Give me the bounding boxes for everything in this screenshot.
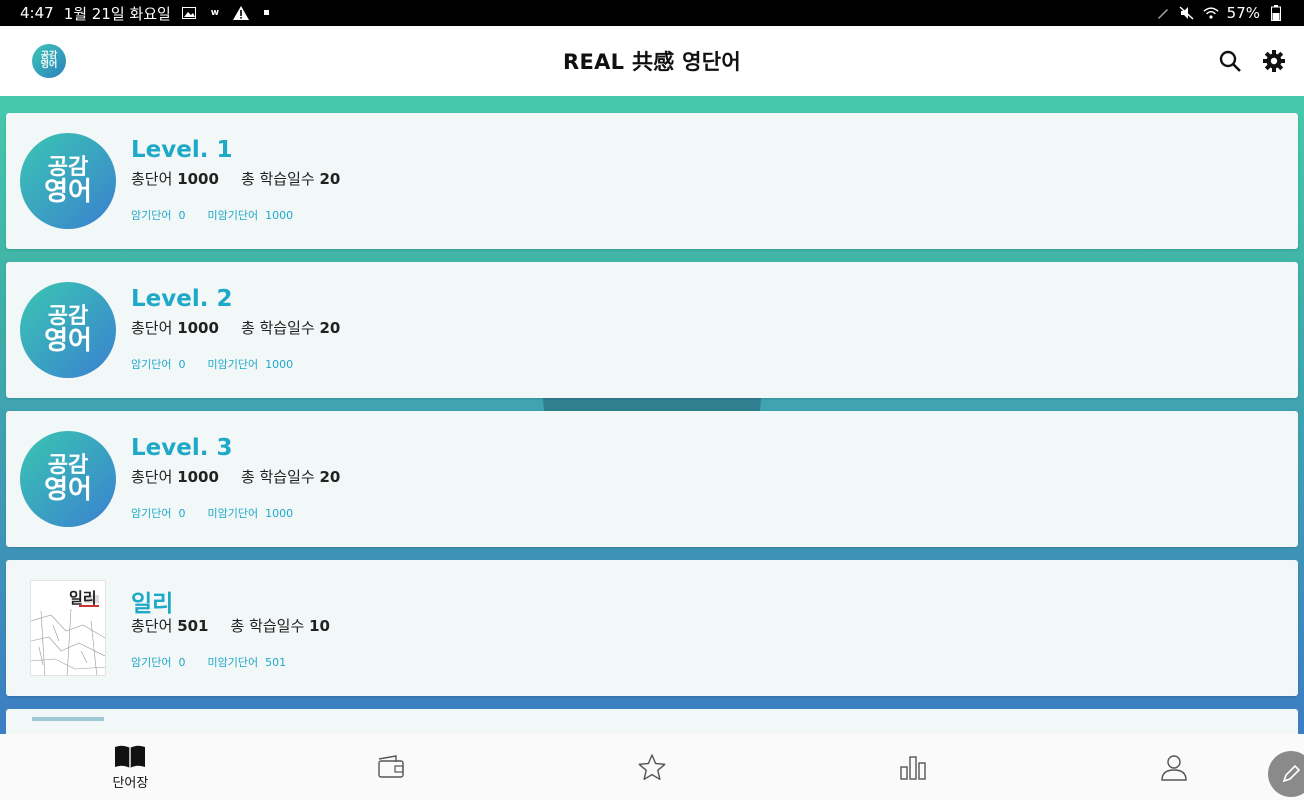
total-words-value: 501 xyxy=(177,617,209,635)
settings-button[interactable] xyxy=(1261,48,1287,74)
app-logo: 공감 영어 xyxy=(32,44,66,78)
memorized-label: 암기단어 xyxy=(131,358,172,371)
wordbook-logo: 공감 영어 xyxy=(20,431,116,527)
wordbook-logo: 공감 영어 xyxy=(20,282,116,378)
unmemorized-value: 1000 xyxy=(265,358,294,371)
nav-wordbook[interactable]: 단어장 xyxy=(0,734,261,800)
wordbook-logo: 공감 영어 xyxy=(20,133,116,229)
wordbook-card-level-3[interactable]: 공감 영어 Level. 3 총단어 1000 총 학습일수 20 암기단어 0… xyxy=(6,411,1298,547)
wallet-icon xyxy=(378,755,404,778)
unmemorized-label: 미암기단어 xyxy=(207,209,259,222)
wifi-icon xyxy=(1203,6,1219,20)
total-days-label: 총 학습일수 xyxy=(240,170,315,188)
total-days-label: 총 학습일수 xyxy=(240,319,315,337)
search-icon xyxy=(1219,50,1241,72)
total-words-value: 1000 xyxy=(177,468,219,486)
wordbook-card-partial[interactable] xyxy=(6,709,1298,734)
memorized-value: 0 xyxy=(178,507,186,520)
app-notification-icon: w xyxy=(210,8,220,18)
wordbook-stats: 총단어 1000 총 학습일수 20 xyxy=(131,168,340,189)
wordbook-progress: 암기단어 0 미암기단어 1000 xyxy=(131,505,293,521)
total-words-label: 총단어 xyxy=(131,468,173,486)
unmemorized-label: 미암기단어 xyxy=(207,656,259,669)
person-icon xyxy=(1160,755,1187,781)
memorized-value: 0 xyxy=(178,656,186,669)
dot-icon xyxy=(259,6,275,20)
pen-status-icon xyxy=(1155,6,1171,20)
nav-wordbook-label: 단어장 xyxy=(112,775,149,791)
unmemorized-label: 미암기단어 xyxy=(207,507,259,520)
wordbook-stats: 총단어 501 총 학습일수 10 xyxy=(131,615,330,636)
wordbook-card-level-2[interactable]: 공감 영어 Level. 2 총단어 1000 총 학습일수 20 암기단어 0… xyxy=(6,262,1298,398)
nav-favorites[interactable] xyxy=(522,734,783,800)
wordbook-card-level-1[interactable]: 공감 영어 Level. 1 총단어 1000 총 학습일수 20 암기단어 0… xyxy=(6,113,1298,249)
total-days-value: 20 xyxy=(319,170,341,188)
nav-wallet[interactable] xyxy=(261,734,522,800)
status-time: 4:47 xyxy=(20,4,54,22)
memorized-value: 0 xyxy=(178,358,186,371)
wordbook-stats: 총단어 1000 총 학습일수 20 xyxy=(131,466,340,487)
wordbook-cover-thumbnail: 일리 xyxy=(30,580,106,676)
star-icon xyxy=(638,754,666,780)
wordbook-progress: 암기단어 0 미암기단어 501 xyxy=(131,654,286,670)
nav-profile[interactable] xyxy=(1043,734,1304,800)
battery-icon xyxy=(1268,5,1284,21)
image-notification-icon xyxy=(181,6,197,20)
app-header: 공감 영어 REAL 共感 영단어 xyxy=(0,26,1304,96)
battery-percent: 57% xyxy=(1226,4,1260,22)
wordbook-progress: 암기단어 0 미암기단어 1000 xyxy=(131,356,293,372)
wordbook-progress: 암기단어 0 미암기단어 1000 xyxy=(131,207,293,223)
gear-icon xyxy=(1263,50,1285,72)
warning-icon xyxy=(232,6,249,20)
total-words-label: 총단어 xyxy=(131,319,173,337)
memorized-label: 암기단어 xyxy=(131,656,172,669)
search-button[interactable] xyxy=(1217,48,1243,74)
cover-thumbnail-partial xyxy=(32,717,104,721)
mute-icon xyxy=(1179,6,1195,20)
memorized-label: 암기단어 xyxy=(131,507,172,520)
total-days-value: 20 xyxy=(319,468,341,486)
total-words-value: 1000 xyxy=(177,170,219,188)
wordbook-title: Level. 1 xyxy=(131,137,233,163)
unmemorized-value: 1000 xyxy=(265,507,294,520)
bottom-navigation: 단어장 xyxy=(0,734,1304,800)
total-words-label: 총단어 xyxy=(131,170,173,188)
wordbook-title: Level. 2 xyxy=(131,286,233,312)
total-words-value: 1000 xyxy=(177,319,219,337)
unmemorized-value: 1000 xyxy=(265,209,294,222)
wordbook-stats: 총단어 1000 총 학습일수 20 xyxy=(131,317,340,338)
unmemorized-value: 501 xyxy=(265,656,287,669)
page-title: REAL 共感 영단어 xyxy=(562,50,742,74)
status-bar: 4:47 1월 21일 화요일 w 57% xyxy=(0,0,1304,26)
pen-icon xyxy=(1282,764,1301,783)
wordbook-title: Level. 3 xyxy=(131,435,233,461)
status-date: 1월 21일 화요일 xyxy=(63,4,171,23)
total-days-label: 총 학습일수 xyxy=(230,617,305,635)
wordbook-title: 일리 xyxy=(131,591,174,617)
memorized-value: 0 xyxy=(178,209,186,222)
thumbnail-title: 일리 xyxy=(69,589,97,607)
wordbook-list[interactable]: 공감 영어 Level. 1 총단어 1000 총 학습일수 20 암기단어 0… xyxy=(0,96,1304,734)
total-days-value: 20 xyxy=(319,319,341,337)
nav-statistics[interactable] xyxy=(782,734,1043,800)
unmemorized-label: 미암기단어 xyxy=(207,358,259,371)
wordbook-card-illi[interactable]: 일리 일리 총단어 501 총 학습일수 10 암기단어 0 미암기단어 501 xyxy=(6,560,1298,696)
total-days-label: 총 학습일수 xyxy=(240,468,315,486)
total-days-value: 10 xyxy=(309,617,330,635)
memorized-label: 암기단어 xyxy=(131,209,172,222)
bar-chart-icon xyxy=(900,756,926,780)
book-open-icon xyxy=(115,745,146,768)
logo-text-bottom: 영어 xyxy=(40,60,58,70)
total-words-label: 총단어 xyxy=(131,617,173,635)
